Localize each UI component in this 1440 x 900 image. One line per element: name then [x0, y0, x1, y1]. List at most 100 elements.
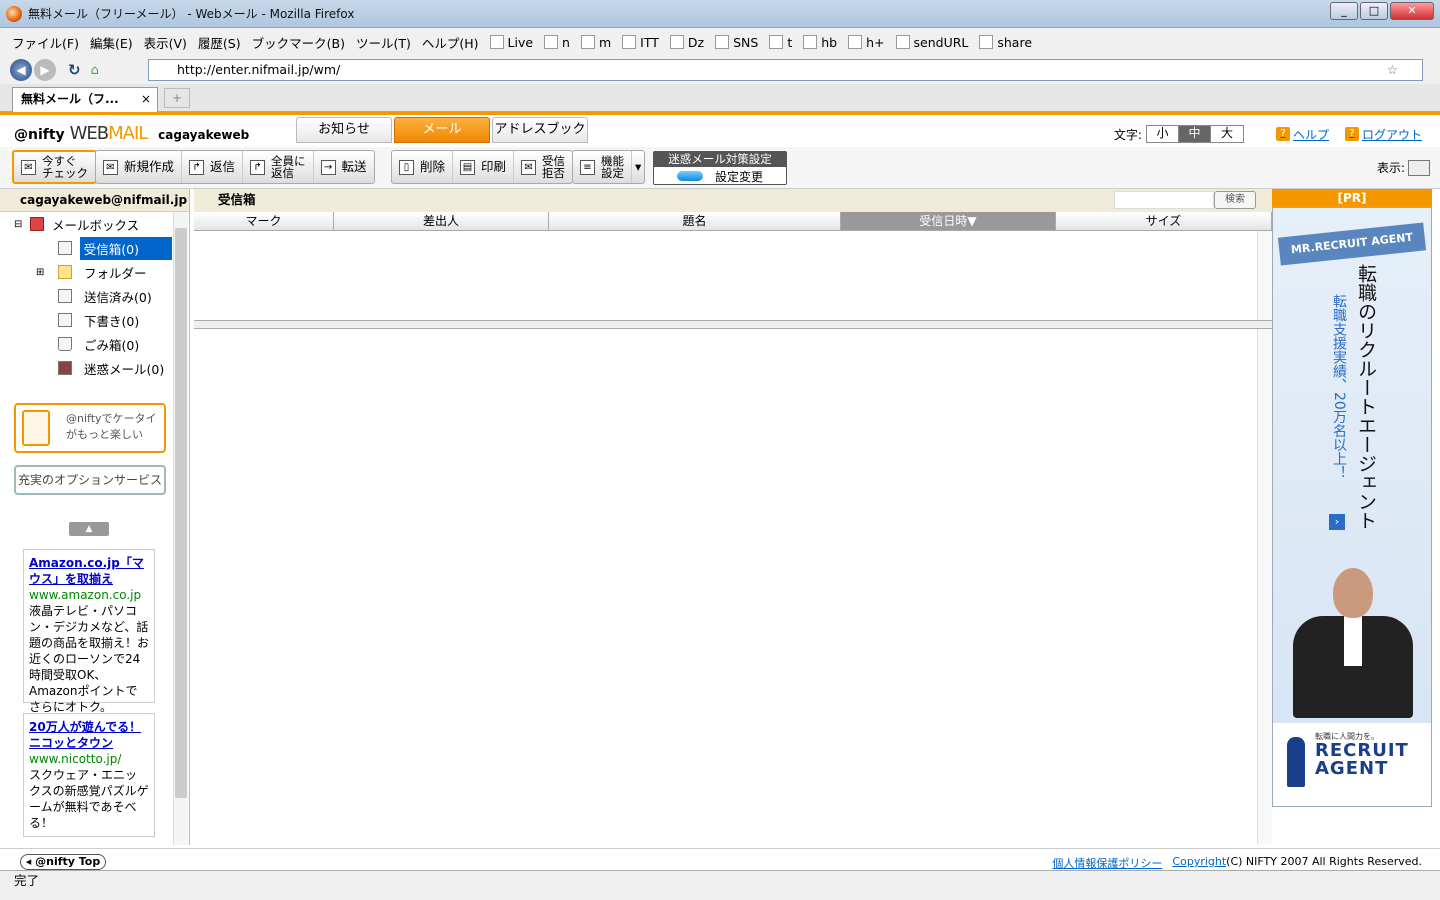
bookmark-sendurl[interactable]: sendURL: [895, 35, 968, 50]
menu-file[interactable]: ファイル(F): [12, 33, 79, 52]
title-bar: 無料メール（フリーメール） - Webメール - Mozilla Firefox…: [0, 0, 1440, 28]
close-button[interactable]: ✕: [1390, 2, 1434, 20]
search-input[interactable]: [1114, 191, 1214, 209]
ad-badge: MR.RECRUIT AGENT: [1277, 222, 1427, 266]
reload-icon[interactable]: ↻: [68, 61, 81, 79]
font-size-small[interactable]: 小: [1147, 126, 1179, 142]
logo: @nifty WEBMAIL cagayakeweb: [14, 123, 249, 144]
message-list-header: マーク 差出人 題名 受信日時▼ サイズ: [194, 212, 1272, 231]
message-list[interactable]: [194, 231, 1272, 321]
column-mark[interactable]: マーク: [194, 212, 334, 230]
reply-all-button[interactable]: ↱ 全員に 返信: [243, 151, 314, 183]
rss-icon: [622, 35, 637, 49]
sidebar-item-spam[interactable]: 迷惑メール(0): [0, 356, 172, 380]
features-dropdown[interactable]: ▾: [632, 151, 644, 183]
forward-mail-button[interactable]: → 転送: [314, 151, 374, 183]
menu-help[interactable]: ヘルプ(H): [422, 33, 479, 52]
page-icon: [979, 35, 994, 49]
column-sender[interactable]: 差出人: [334, 212, 549, 230]
delete-button[interactable]: ▯ 削除: [392, 151, 454, 183]
sidebar-item-folders[interactable]: ⊞ フォルダー: [0, 260, 172, 284]
pr-label: [PR]: [1272, 189, 1432, 207]
preview-pane: [194, 329, 1272, 844]
ad-title[interactable]: 20万人が遊んでる！ニコッとタウン: [29, 719, 149, 751]
menu-bookmarks[interactable]: ブックマーク(B): [252, 33, 345, 52]
bookmark-t[interactable]: t: [769, 35, 792, 50]
tab-news[interactable]: お知らせ: [296, 117, 392, 143]
column-subject[interactable]: 題名: [549, 212, 841, 230]
spam-settings[interactable]: 迷惑メール対策設定 設定変更: [653, 151, 787, 185]
text-ad-amazon[interactable]: Amazon.co.jp「マウス」を取揃え www.amazon.co.jp 液…: [23, 549, 155, 714]
ad-title[interactable]: Amazon.co.jp「マウス」を取揃え: [29, 555, 149, 587]
option-services-button[interactable]: 充実のオプションサービス: [14, 465, 166, 495]
nifty-top-button[interactable]: ◂ @nifty Top: [20, 854, 106, 870]
features-button[interactable]: ≡ 機能 設定: [573, 151, 632, 183]
url-bar[interactable]: http://enter.nifmail.jp/wm/ ☆: [148, 59, 1423, 81]
bookmark-n[interactable]: n: [544, 35, 570, 50]
bookmark-hb[interactable]: hb: [803, 35, 837, 50]
copyright-text: (C) NIFTY 2007 All Rights Reserved.: [1226, 855, 1422, 868]
scroll-up-icon[interactable]: ▲: [69, 522, 109, 536]
tab-mail[interactable]: メール: [394, 117, 490, 143]
compose-button[interactable]: ✉ 新規作成: [96, 151, 183, 183]
print-button[interactable]: ▤ 印刷: [453, 151, 515, 183]
column-size[interactable]: サイズ: [1056, 212, 1272, 230]
bookmark-hplus[interactable]: h+: [848, 35, 885, 50]
bookmark-m[interactable]: m: [580, 35, 611, 50]
column-date[interactable]: 受信日時▼: [841, 212, 1056, 230]
home-icon[interactable]: ⌂: [91, 63, 99, 78]
menu-history[interactable]: 履歴(S): [198, 33, 241, 52]
scrollbar-thumb[interactable]: [175, 228, 187, 798]
printer-icon: ▤: [460, 159, 476, 175]
menu-tools[interactable]: ツール(T): [356, 33, 411, 52]
sidebar-item-drafts[interactable]: 下書き(0): [0, 308, 172, 332]
navigation-bar: ◀ ▶ ↻ ⌂ http://enter.nifmail.jp/wm/ ☆: [0, 56, 1440, 84]
bookmark-live[interactable]: Live: [489, 35, 533, 50]
menu-view[interactable]: 表示(V): [144, 33, 187, 52]
new-tab-button[interactable]: +: [164, 88, 190, 108]
spam-change-button[interactable]: 設定変更: [654, 167, 786, 185]
maximize-button[interactable]: □: [1360, 2, 1388, 20]
search-button[interactable]: 検索: [1214, 191, 1256, 209]
dz-icon: [669, 35, 684, 49]
block-button[interactable]: ✉ 受信 拒否: [514, 151, 572, 183]
browser-tab[interactable]: 無料メール（フ... ×: [12, 87, 158, 112]
sidebar-scrollbar[interactable]: [173, 212, 188, 845]
right-ad[interactable]: [PR] MR.RECRUIT AGENT 転職のリクルートエージェント 転職支…: [1272, 189, 1432, 809]
tree-root[interactable]: ⊟ メールボックス: [0, 212, 172, 236]
copyright-link[interactable]: Copyright: [1172, 855, 1226, 871]
text-ad-nicotto[interactable]: 20万人が遊んでる！ニコッとタウン www.nicotto.jp/ スクウェア・…: [23, 713, 155, 837]
font-size-medium[interactable]: 中: [1178, 126, 1211, 142]
collapse-icon[interactable]: ⊟: [14, 219, 24, 230]
display-label: 表示:: [1376, 161, 1405, 175]
tab-addressbook[interactable]: アドレスブック: [492, 117, 588, 143]
sidebar-item-trash[interactable]: ごみ箱(0): [0, 332, 172, 356]
pane-splitter[interactable]: [194, 321, 1272, 329]
spam-icon: [58, 361, 72, 375]
bookmark-sns[interactable]: SNS: [715, 35, 758, 50]
privacy-link[interactable]: 個人情報保護ポリシー: [1052, 855, 1162, 871]
bookmark-dz[interactable]: Dz: [669, 35, 704, 50]
bookmark-share[interactable]: share: [979, 35, 1032, 50]
star-icon[interactable]: ☆: [1387, 60, 1398, 80]
mobile-promo[interactable]: @niftyでケータイがもっと楽しい: [14, 403, 166, 453]
check-now-button[interactable]: ✉ 今すぐ チェック: [14, 151, 95, 183]
logout-link[interactable]: ? ログアウト: [1344, 126, 1422, 143]
forward-button[interactable]: ▶: [34, 59, 56, 81]
expand-icon[interactable]: ⊞: [36, 267, 46, 278]
list-scrollbar[interactable]: [1257, 231, 1272, 320]
minimize-button[interactable]: _: [1330, 2, 1358, 20]
menu-edit[interactable]: 編集(E): [90, 33, 133, 52]
reply-button[interactable]: ↱ 返信: [182, 151, 244, 183]
tab-close-icon[interactable]: ×: [141, 88, 151, 110]
recruit-banner[interactable]: MR.RECRUIT AGENT 転職のリクルートエージェント 転職支援実績、2…: [1272, 207, 1432, 807]
sidebar-item-sent[interactable]: 送信済み(0): [0, 284, 172, 308]
forward-icon: →: [320, 159, 336, 175]
font-size-large[interactable]: 大: [1211, 126, 1243, 142]
layout-split-icon[interactable]: [1408, 159, 1430, 176]
preview-scrollbar[interactable]: [1257, 329, 1272, 844]
sidebar-item-inbox[interactable]: 受信箱(0): [0, 236, 172, 260]
bookmark-itt[interactable]: ITT: [622, 35, 659, 50]
back-button[interactable]: ◀: [10, 59, 32, 81]
help-link[interactable]: ? ヘルプ: [1275, 126, 1329, 143]
